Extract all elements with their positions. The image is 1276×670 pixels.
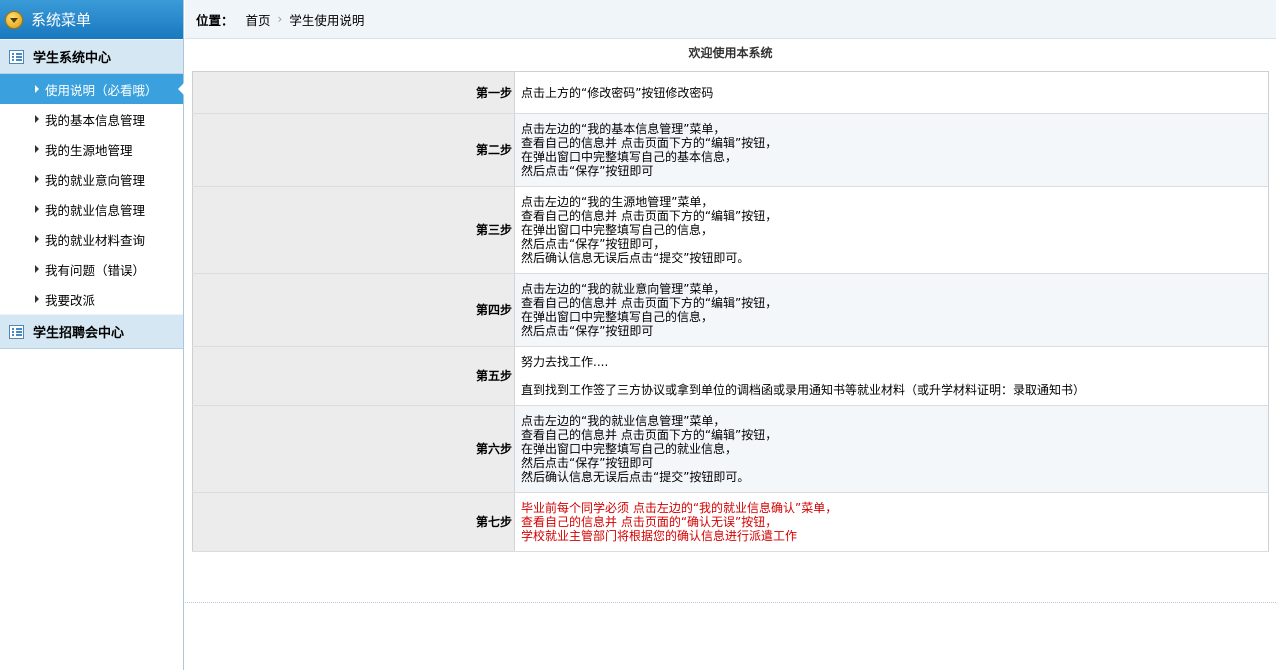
sidebar-header-title: 系统菜单 [31, 11, 92, 29]
sidebar-item-problem[interactable]: 我有问题（错误） [0, 254, 183, 284]
sidebar-item-label: 我有问题（错误） [45, 262, 146, 278]
sidebar-item-basic-info[interactable]: 我的基本信息管理 [0, 104, 183, 134]
table-row: 第六步 点击左边的“我的就业信息管理”菜单， 查看自己的信息并 点击页面下方的“… [192, 405, 1269, 493]
step-content: 努力去找工作.... 直到找到工作签了三方协议或拿到单位的调档函或录用通知书等就… [514, 346, 1269, 406]
table-row: 第三步 点击左边的“我的生源地管理”菜单， 查看自己的信息并 点击页面下方的“编… [192, 186, 1269, 274]
step-label: 第七步 [192, 492, 515, 552]
step-line: 点击上方的“修改密码”按钮修改密码 [521, 85, 714, 100]
sidebar-item-employment-intent[interactable]: 我的就业意向管理 [0, 164, 183, 194]
step-line: 点击左边的“我的就业意向管理”菜单， [521, 282, 726, 296]
step-line: 毕业前每个同学必须 点击左边的“我的就业信息确认”菜单， [521, 501, 838, 515]
step-line: 在弹出窗口中完整填写自己的基本信息， [521, 150, 738, 164]
step-line: 在弹出窗口中完整填写自己的信息， [521, 223, 714, 237]
sidebar-item-label: 我的就业意向管理 [45, 172, 146, 188]
sidebar-item-label: 我的基本信息管理 [45, 112, 146, 128]
sidebar-header[interactable]: 系统菜单 [0, 0, 183, 39]
sidebar-item-instructions[interactable]: 使用说明（必看哦） [0, 74, 184, 104]
list-icon [9, 324, 24, 339]
sidebar-item-materials-query[interactable]: 我的就业材料查询 [0, 224, 183, 254]
sidebar: 系统菜单 学生系统中心 使用说明（必看哦） 我的基本信息管理 我的生源地管理 我… [0, 0, 184, 670]
step-line: 然后点击“保存”按钮即可 [521, 456, 654, 470]
group-student-system-center[interactable]: 学生系统中心 [0, 39, 183, 74]
step-line: 查看自己的信息并 点击页面下方的“编辑”按钮， [521, 209, 778, 223]
step-line: 直到找到工作签了三方协议或拿到单位的调档函或录用通知书等就业材料（或升学材料证明… [521, 383, 1086, 397]
sidebar-item-label: 使用说明（必看哦） [45, 82, 158, 98]
step-line: 然后点击“保存”按钮即可 [521, 324, 654, 338]
step-line: 在弹出窗口中完整填写自己的就业信息， [521, 442, 738, 456]
triangle-right-icon [35, 145, 39, 153]
triangle-right-icon [35, 265, 39, 273]
sidebar-item-label: 我要改派 [45, 292, 96, 308]
step-content: 毕业前每个同学必须 点击左边的“我的就业信息确认”菜单， 查看自己的信息并 点击… [514, 492, 1269, 552]
group-title: 学生招聘会中心 [33, 326, 125, 341]
step-content: 点击左边的“我的就业意向管理”菜单， 查看自己的信息并 点击页面下方的“编辑”按… [514, 273, 1269, 347]
step-content: 点击左边的“我的基本信息管理”菜单， 查看自己的信息并 点击页面下方的“编辑”按… [514, 113, 1269, 187]
step-content: 点击左边的“我的生源地管理”菜单， 查看自己的信息并 点击页面下方的“编辑”按钮… [514, 186, 1269, 274]
triangle-right-icon [35, 175, 39, 183]
triangle-right-icon [35, 85, 39, 93]
group-title: 学生系统中心 [33, 51, 112, 66]
triangle-right-icon [35, 205, 39, 213]
table-row: 第二步 点击左边的“我的基本信息管理”菜单， 查看自己的信息并 点击页面下方的“… [192, 113, 1269, 187]
sidebar-item-label: 我的就业材料查询 [45, 232, 146, 248]
triangle-right-icon [35, 235, 39, 243]
breadcrumb-home-link[interactable]: 首页 [246, 10, 271, 29]
table-row: 第四步 点击左边的“我的就业意向管理”菜单， 查看自己的信息并 点击页面下方的“… [192, 273, 1269, 347]
collapse-arrow-icon [5, 10, 23, 29]
step-line: 努力去找工作.... [521, 355, 609, 369]
table-row: 第一步 点击上方的“修改密码”按钮修改密码 [192, 71, 1269, 114]
sidebar-item-employment-info[interactable]: 我的就业信息管理 [0, 194, 183, 224]
list-icon [9, 49, 24, 64]
bottom-divider [185, 602, 1276, 603]
step-label: 第三步 [192, 186, 515, 274]
step-label: 第五步 [192, 346, 515, 406]
table-row: 第七步 毕业前每个同学必须 点击左边的“我的就业信息确认”菜单， 查看自己的信息… [192, 492, 1269, 552]
step-content: 点击上方的“修改密码”按钮修改密码 [514, 71, 1269, 114]
step-line: 点击左边的“我的生源地管理”菜单， [521, 195, 714, 209]
step-line: 点击左边的“我的就业信息管理”菜单， [521, 414, 726, 428]
step-line: 查看自己的信息并 点击页面下方的“编辑”按钮， [521, 296, 778, 310]
sidebar-item-label: 我的生源地管理 [45, 142, 133, 158]
steps-table: 第一步 点击上方的“修改密码”按钮修改密码 第二步 点击左边的“我的基本信息管理… [192, 71, 1269, 552]
welcome-heading: 欢迎使用本系统 [688, 46, 773, 60]
step-line: 点击左边的“我的基本信息管理”菜单， [521, 122, 726, 136]
step-content: 点击左边的“我的就业信息管理”菜单， 查看自己的信息并 点击页面下方的“编辑”按… [514, 405, 1269, 493]
step-line: 然后点击“保存”按钮即可， [521, 237, 666, 251]
sidebar-item-label: 我的就业信息管理 [45, 202, 146, 218]
step-label: 第四步 [192, 273, 515, 347]
breadcrumb-label: 位置： [196, 12, 234, 28]
breadcrumb-current: 学生使用说明 [289, 12, 365, 28]
step-line: 查看自己的信息并 点击页面下方的“编辑”按钮， [521, 428, 778, 442]
sidebar-item-origin[interactable]: 我的生源地管理 [0, 134, 183, 164]
triangle-right-icon [35, 115, 39, 123]
step-label: 第六步 [192, 405, 515, 493]
table-row: 第五步 努力去找工作.... 直到找到工作签了三方协议或拿到单位的调档函或录用通… [192, 346, 1269, 406]
step-line: 在弹出窗口中完整填写自己的信息， [521, 310, 714, 324]
step-label: 第二步 [192, 113, 515, 187]
group-job-fair-center[interactable]: 学生招聘会中心 [0, 314, 183, 349]
step-line: 然后确认信息无误后点击“提交”按钮即可。 [521, 251, 750, 265]
sidebar-item-reassign[interactable]: 我要改派 [0, 284, 183, 314]
breadcrumb: 位置： 首页 › 学生使用说明 [185, 0, 1276, 39]
step-line: 然后确认信息无误后点击“提交”按钮即可。 [521, 470, 750, 484]
main-content: 位置： 首页 › 学生使用说明 欢迎使用本系统 第一步 点击上方的“修改密码”按… [185, 0, 1276, 670]
step-label: 第一步 [192, 71, 515, 114]
step-line: 然后点击“保存”按钮即可 [521, 164, 654, 178]
step-line: 查看自己的信息并 点击页面的“确认无误”按钮， [521, 515, 778, 529]
step-line: 查看自己的信息并 点击页面下方的“编辑”按钮， [521, 136, 778, 150]
step-line: 学校就业主管部门将根据您的确认信息进行派遣工作 [521, 529, 798, 543]
breadcrumb-separator: › [277, 12, 283, 26]
triangle-right-icon [35, 295, 39, 303]
